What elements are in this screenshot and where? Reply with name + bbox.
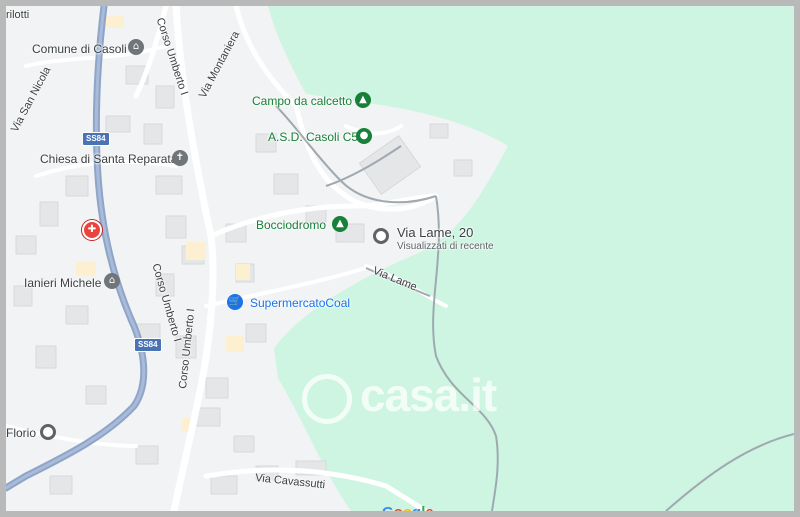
google-attribution: Google (382, 504, 434, 517)
cart-icon[interactable]: 🛒 (227, 294, 243, 310)
attribution-letter: o (393, 504, 403, 517)
selected-place-subtitle: Visualizzati di recente (397, 241, 494, 252)
cross-icon[interactable]: ✝ (172, 150, 188, 166)
poi-label-ianieri[interactable]: Ianieri Michele (24, 276, 101, 290)
sports-icon[interactable]: ● (356, 128, 372, 144)
poi-label-comune[interactable]: Comune di Casoli (32, 42, 127, 56)
tree-icon[interactable]: ▲ (355, 92, 371, 108)
park-area (268, 6, 794, 511)
poi-label-chiesa[interactable]: Chiesa di Santa Reparata (40, 152, 177, 166)
poi-label-florio[interactable]: Florio (6, 426, 36, 440)
location-pin-icon[interactable] (40, 424, 56, 440)
highway-shield-ss84-top: SS84 (82, 132, 110, 146)
casa-logo-icon (302, 373, 352, 424)
selected-place-title[interactable]: Via Lame, 20 (397, 226, 473, 240)
location-pin-icon[interactable] (373, 228, 389, 244)
poi-label-bocciodromo[interactable]: Bocciodromo (256, 218, 326, 232)
casa-watermark: casa.it (302, 368, 497, 424)
poi-label-supermercato[interactable]: SupermercatoCoal (250, 296, 350, 310)
watermark-text: casa.it (360, 369, 497, 421)
attribution-letter: e (425, 504, 434, 517)
attribution-letter: g (412, 504, 422, 517)
road-label-rilotti: rilotti (6, 9, 30, 21)
map-frame[interactable]: rilotti Corso Umberto I Via Montaniera V… (0, 0, 800, 517)
poi-label-campo[interactable]: Campo da calcetto (252, 94, 352, 108)
hospital-icon[interactable]: ✚ (82, 220, 102, 240)
tree-icon[interactable]: ▲ (332, 216, 348, 232)
poi-label-asd[interactable]: A.S.D. Casoli C5 (268, 130, 358, 144)
attribution-letter: o (402, 504, 413, 517)
building-icon[interactable]: ⌂ (128, 39, 144, 55)
attribution-letter: G (382, 504, 394, 517)
map-canvas[interactable] (6, 6, 794, 511)
building-icon[interactable]: ⌂ (104, 273, 120, 289)
highway-shield-ss84-bottom: SS84 (134, 338, 162, 352)
